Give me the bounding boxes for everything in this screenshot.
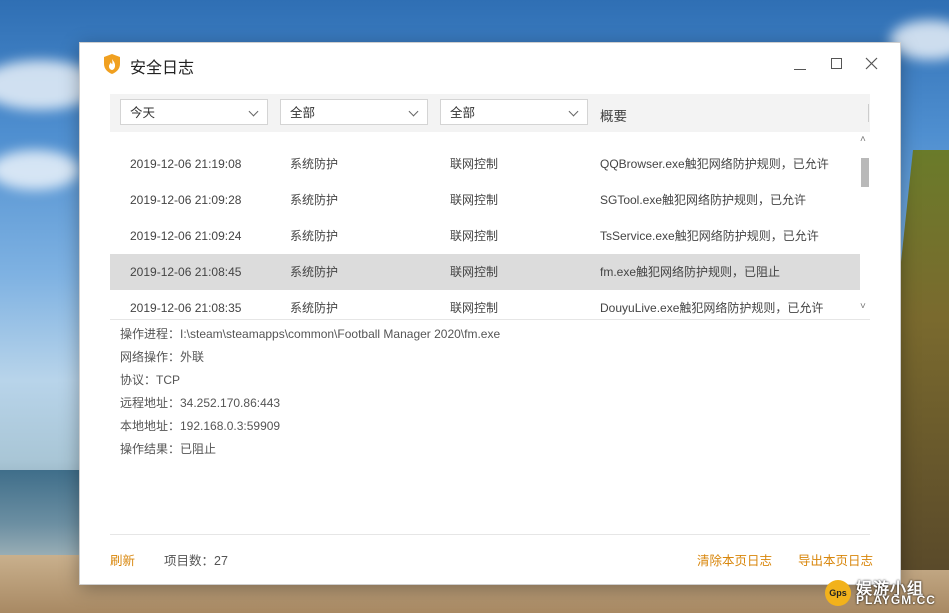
scroll-up-arrow-icon[interactable]: ˄ — [860, 134, 866, 145]
category-filter-select[interactable]: 全部 — [280, 99, 428, 125]
close-icon — [865, 57, 878, 70]
shield-flame-icon — [104, 54, 120, 74]
maximize-icon — [831, 58, 842, 69]
summary-column-header: 概要 — [600, 109, 627, 124]
divider — [110, 534, 870, 535]
log-time: 2019-12-06 21:08:45 — [130, 265, 242, 279]
watermark-domain: PLAYGM.CC — [856, 593, 936, 607]
chevron-down-icon — [248, 106, 259, 117]
scroll-down-arrow-icon[interactable]: ˅ — [860, 301, 866, 312]
date-filter-value: 今天 — [130, 106, 156, 120]
log-time: 2019-12-06 21:09:24 — [130, 229, 242, 243]
log-type: 联网控制 — [450, 265, 499, 279]
list-scrollbar[interactable]: ˄ ˅ — [859, 134, 871, 318]
log-row[interactable]: 2019-12-06 21:08:35 系统防护 联网控制 DouyuLive.… — [110, 290, 860, 318]
log-details-panel: 操作进程：I:\steam\steamapps\common\Football … — [120, 324, 500, 462]
type-filter-value: 全部 — [450, 106, 476, 120]
detail-protocol: 协议：TCP — [120, 373, 181, 387]
type-filter-select[interactable]: 全部 — [440, 99, 588, 125]
minimize-button[interactable] — [786, 51, 814, 77]
log-category: 系统防护 — [290, 157, 339, 171]
log-time: 2019-12-06 21:19:08 — [130, 157, 242, 171]
chevron-down-icon — [568, 106, 579, 117]
log-row[interactable]: 2019-12-06 21:09:24 系统防护 联网控制 TsService.… — [110, 218, 860, 254]
log-row[interactable]: 2019-12-06 21:19:08 系统防护 联网控制 QQBrowser.… — [110, 146, 860, 182]
clear-page-logs-link[interactable]: 清除本页日志 — [697, 550, 772, 569]
maximize-button[interactable] — [822, 51, 850, 77]
detail-process: 操作进程：I:\steam\steamapps\common\Football … — [120, 327, 501, 341]
log-summary: fm.exe触犯网络防护规则，已阻止 — [600, 265, 781, 279]
detail-network-operation: 网络操作：外联 — [120, 350, 205, 364]
log-time: 2019-12-06 21:08:35 — [130, 301, 242, 315]
site-watermark: Gps 娱游小组 PLAYGM.CC — [820, 575, 945, 609]
title-bar[interactable]: 安全日志 — [80, 43, 900, 83]
detail-remote-address: 远程地址：34.252.170.86:443 — [120, 396, 281, 410]
window-title: 安全日志 — [130, 60, 195, 77]
refresh-link[interactable]: 刷新 — [110, 550, 135, 569]
minimize-icon — [794, 69, 806, 70]
filter-bar: 今天 全部 全部 概要 — [110, 94, 870, 132]
log-type: 联网控制 — [450, 301, 499, 315]
log-type: 联网控制 — [450, 157, 499, 171]
watermark-logo-icon: Gps — [825, 580, 851, 606]
export-page-logs-link[interactable]: 导出本页日志 — [798, 550, 873, 569]
detail-local-address: 本地地址：192.168.0.3:59909 — [120, 419, 281, 433]
date-filter-select[interactable]: 今天 — [120, 99, 268, 125]
log-row[interactable]: 2019-12-06 21:09:28 系统防护 联网控制 SGTool.exe… — [110, 182, 860, 218]
log-summary: TsService.exe触犯网络防护规则，已允许 — [600, 229, 819, 243]
item-count: 项目数：27 — [164, 554, 228, 568]
log-category: 系统防护 — [290, 193, 339, 207]
log-category: 系统防护 — [290, 229, 339, 243]
divider — [110, 319, 870, 320]
category-filter-value: 全部 — [290, 106, 316, 120]
log-category: 系统防护 — [290, 301, 339, 315]
scroll-thumb[interactable] — [861, 158, 869, 187]
log-summary: SGTool.exe触犯网络防护规则，已允许 — [600, 193, 807, 207]
log-category: 系统防护 — [290, 265, 339, 279]
log-summary: DouyuLive.exe触犯网络防护规则，已允许 — [600, 301, 824, 315]
log-time: 2019-12-06 21:09:28 — [130, 193, 242, 207]
column-divider[interactable] — [868, 104, 869, 122]
cloud — [0, 150, 80, 190]
chevron-down-icon — [408, 106, 419, 117]
log-type: 联网控制 — [450, 229, 499, 243]
close-button[interactable] — [858, 51, 886, 77]
log-summary: QQBrowser.exe触犯网络防护规则，已允许 — [600, 157, 829, 171]
security-log-window: 安全日志 今天 全部 全部 概要 2019-12-06 21:19:08 系统防… — [80, 43, 900, 584]
log-type: 联网控制 — [450, 193, 499, 207]
log-row-selected[interactable]: 2019-12-06 21:08:45 系统防护 联网控制 fm.exe触犯网络… — [110, 254, 860, 290]
log-list: 2019-12-06 21:19:08 系统防护 联网控制 QQBrowser.… — [110, 138, 860, 318]
detail-result: 操作结果：已阻止 — [120, 442, 217, 456]
